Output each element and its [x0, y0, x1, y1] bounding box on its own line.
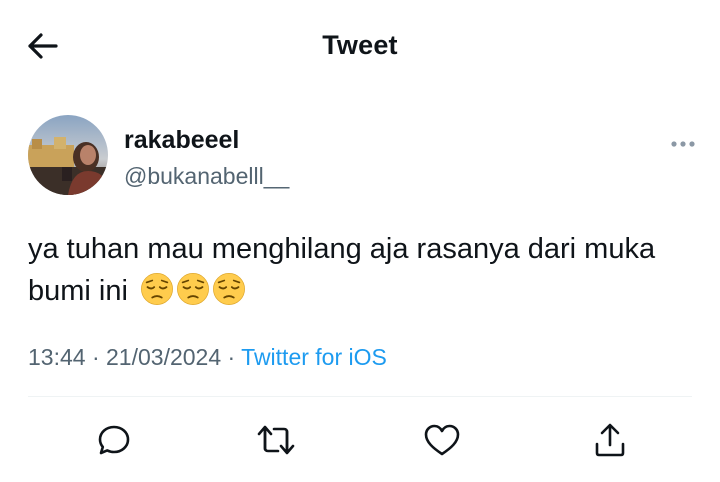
meta-separator: · [85, 344, 107, 370]
tweet-body: ya tuhan mau menghilang aja rasanya dari… [28, 233, 656, 307]
pensive-face-icon [213, 273, 245, 305]
meta-separator: · [221, 344, 242, 370]
tweet-meta: 13:44 · 21/03/2024 · Twitter for iOS [28, 344, 387, 371]
pensive-face-icon [141, 273, 173, 305]
more-dots-icon [671, 141, 695, 147]
tweet-source-link[interactable]: Twitter for iOS [241, 344, 387, 370]
emoji-group [140, 272, 246, 306]
share-icon [595, 423, 625, 457]
reply-button[interactable] [92, 418, 136, 462]
retweet-icon [257, 425, 295, 455]
tweet-time: 13:44 [28, 344, 86, 370]
tweet-text: ya tuhan mau menghilang aja rasanya dari… [28, 228, 688, 312]
share-button[interactable] [588, 418, 632, 462]
author-name[interactable]: rakabeeel [124, 126, 239, 155]
divider [28, 396, 692, 397]
avatar[interactable] [28, 115, 108, 195]
like-button[interactable] [420, 418, 464, 462]
top-bar: Tweet [0, 0, 720, 90]
author-handle[interactable]: @bukanabelll__ [124, 163, 289, 190]
page-title: Tweet [322, 30, 398, 60]
like-icon [424, 424, 460, 456]
pensive-face-icon [177, 273, 209, 305]
tweet-date: 21/03/2024 [106, 344, 222, 370]
more-options-button[interactable] [666, 134, 700, 154]
retweet-button[interactable] [254, 418, 298, 462]
reply-icon [98, 425, 130, 455]
